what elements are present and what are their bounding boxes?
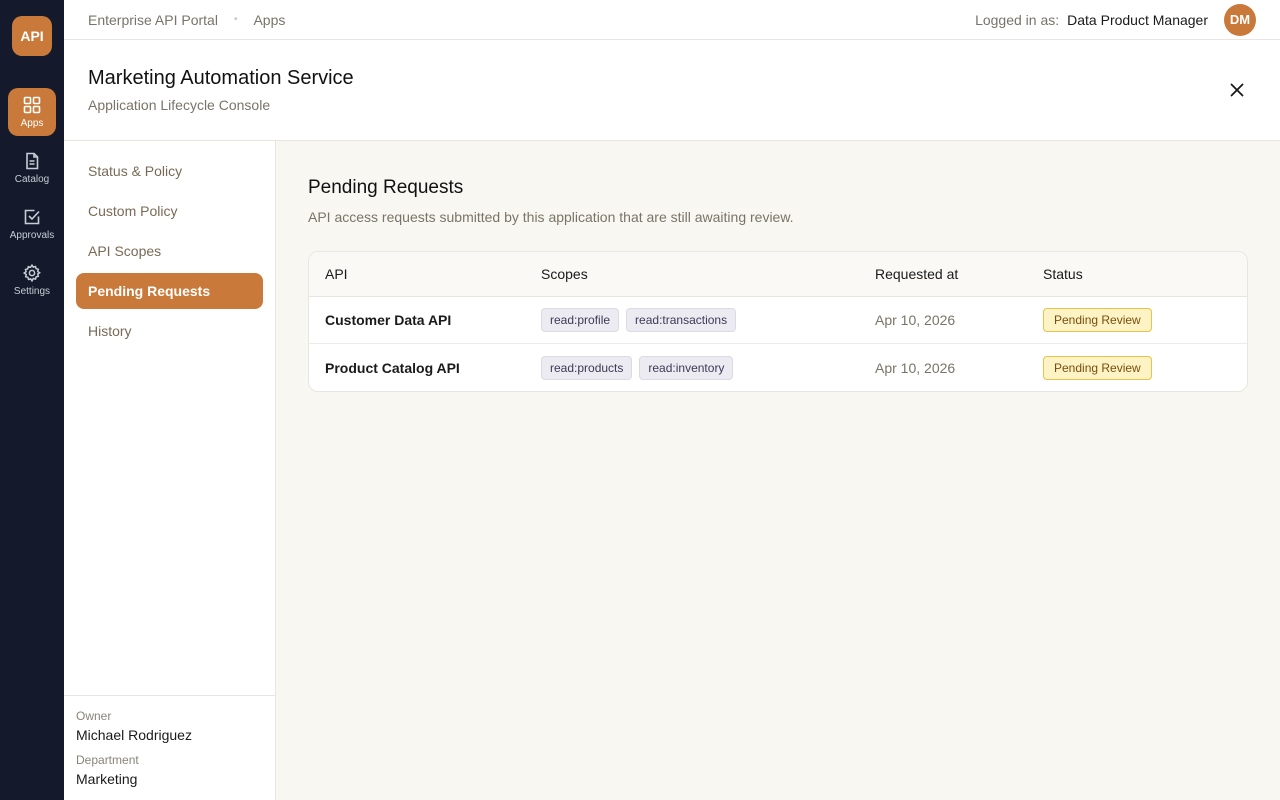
scope-tag: read:inventory [639,355,734,380]
breadcrumb-apps[interactable]: Apps [253,12,285,28]
nav-item-status-policy[interactable]: Status & Policy [76,153,263,189]
main-content: Pending Requests API access requests sub… [276,141,1280,800]
requested-date: Apr 10, 2026 [875,359,956,376]
nav-item-api-scopes[interactable]: API Scopes [76,233,263,269]
breadcrumb-separator: • [233,14,238,25]
rail-item-label: Settings [13,286,51,297]
page-header: Marketing Automation Service Application… [64,40,1280,141]
breadcrumb-portal[interactable]: Enterprise API Portal [88,12,218,28]
status-badge: Pending Review [1043,355,1152,380]
app-rail: API Apps Catalog Approvals Settings [0,0,64,800]
rail-item-apps[interactable]: Apps [8,88,56,136]
close-button[interactable] [1226,79,1248,101]
rail-item-settings[interactable]: Settings [8,256,56,304]
nav-item-custom-policy[interactable]: Custom Policy [76,193,263,229]
nav-item-history[interactable]: History [76,313,263,349]
owner-label: Owner [76,709,112,723]
checkbox-icon [24,209,40,225]
scope-tag: read:products [541,355,633,380]
rail-item-catalog[interactable]: Catalog [8,144,56,192]
rail-item-label: Approvals [9,230,55,241]
close-icon [1230,83,1244,97]
rail-item-label: Apps [20,118,44,129]
column-header-status: Status [1043,266,1083,282]
page-title: Marketing Automation Service [88,67,354,89]
user-info: Logged in as: Data Product Manager DM [975,3,1256,36]
scope-tag: read:profile [541,308,620,332]
document-icon [26,152,39,170]
logged-in-label: Logged in as: [975,11,1060,28]
api-name: Product Catalog API [325,359,460,376]
table-row[interactable]: Customer Data API read:profile read:tran… [309,297,1247,344]
app-metadata: Owner Michael Rodriguez Department Marke… [64,695,275,800]
scope-list: read:products read:inventory [541,355,875,380]
table-header: API Scopes Requested at Status [309,252,1247,297]
rail-item-approvals[interactable]: Approvals [8,200,56,248]
pending-requests-table: API Scopes Requested at Status Customer … [308,251,1248,392]
section-nav: Status & Policy Custom Policy API Scopes… [64,141,276,800]
section-description: API access requests submitted by this ap… [308,209,794,225]
avatar[interactable]: DM [1224,3,1256,36]
top-bar: Enterprise API Portal • Apps Logged in a… [64,0,1280,40]
app-logo[interactable]: API [12,16,52,56]
department-value: Marketing [76,771,138,787]
scope-tag: read:transactions [626,308,737,332]
rail-item-label: Catalog [14,174,50,185]
gear-icon [22,263,41,283]
status-badge: Pending Review [1043,308,1152,332]
table-row[interactable]: Product Catalog API read:products read:i… [309,344,1247,391]
department-label: Department [76,753,139,767]
grid-icon [23,96,41,114]
owner-value: Michael Rodriguez [76,727,192,743]
requested-date: Apr 10, 2026 [875,312,956,328]
api-name: Customer Data API [325,312,452,328]
user-name: Data Product Manager [1067,11,1208,28]
column-header-requested: Requested at [875,266,959,282]
scope-list: read:profile read:transactions [541,308,875,332]
page-subtitle: Application Lifecycle Console [88,97,271,113]
column-header-scopes: Scopes [541,266,588,282]
nav-item-pending-requests[interactable]: Pending Requests [76,273,263,309]
column-header-api: API [325,266,348,282]
section-title: Pending Requests [308,177,464,198]
